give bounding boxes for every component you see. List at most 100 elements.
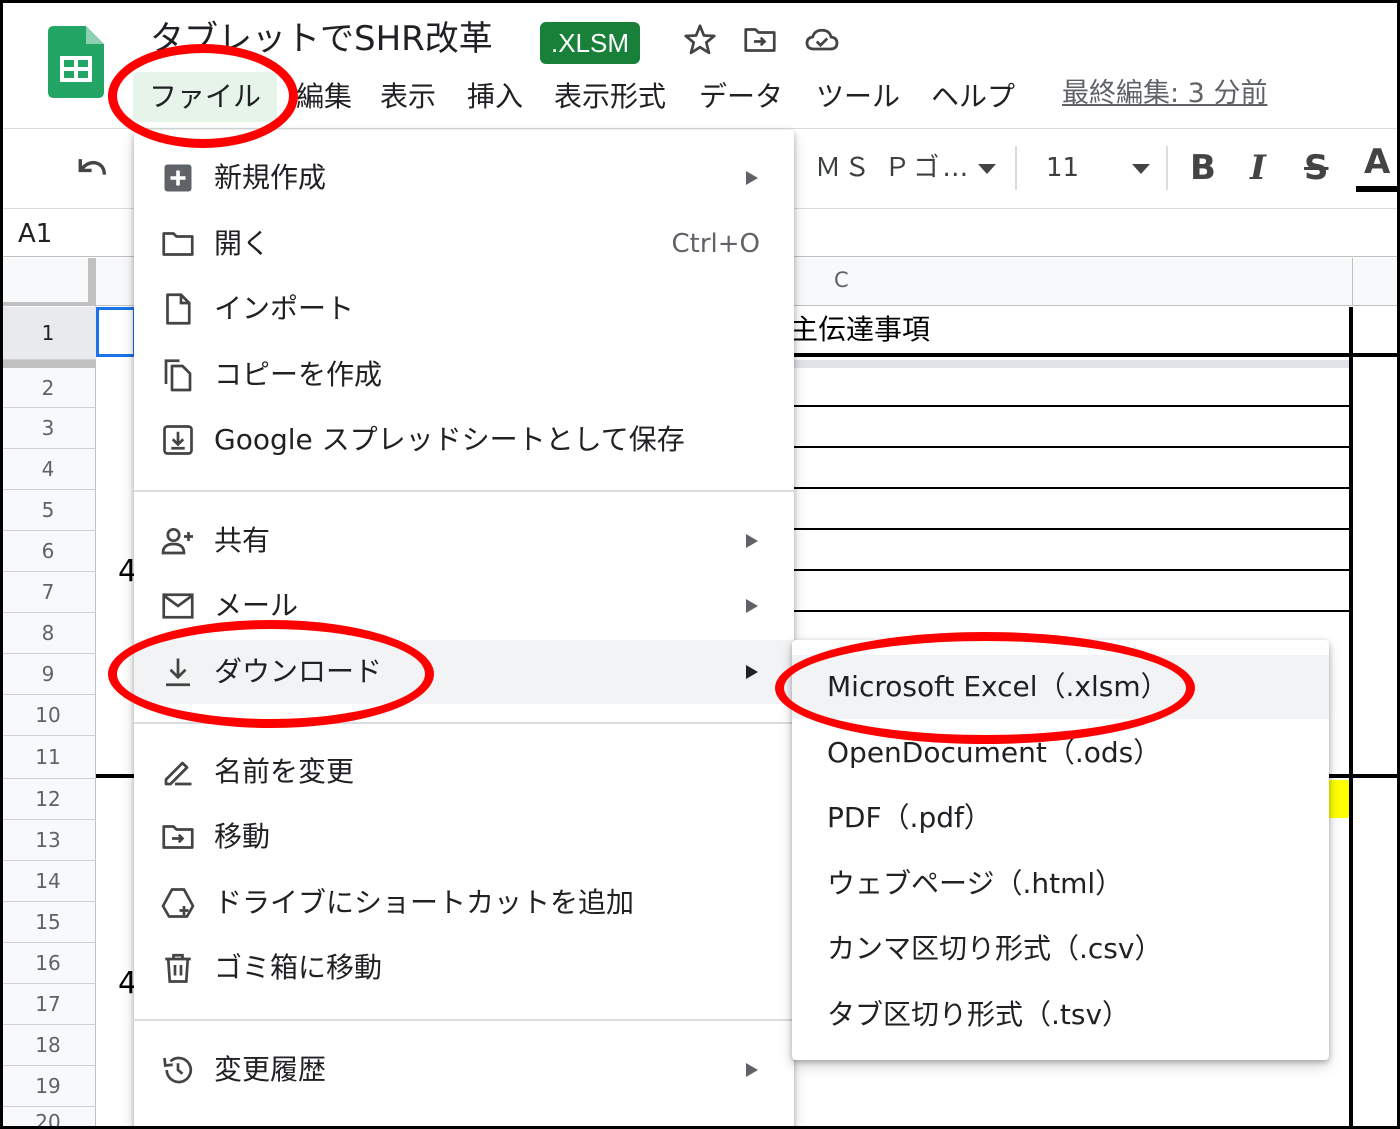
file-menu-add-shortcut[interactable]: ドライブにショートカットを追加 xyxy=(134,871,794,935)
selected-cell-a1[interactable] xyxy=(96,307,136,357)
highlighted-cell[interactable] xyxy=(1328,780,1350,818)
menu-format[interactable]: 表示形式 xyxy=(554,72,666,122)
menu-item-label: OpenDocument（.ods） xyxy=(827,736,1162,769)
menu-item-label: ドライブにショートカットを追加 xyxy=(214,886,635,919)
toolbar-divider xyxy=(1166,146,1168,190)
menu-item-label: インポート xyxy=(214,292,355,325)
menu-item-label: 移動 xyxy=(214,820,271,853)
menu-item-label: 共有 xyxy=(214,524,271,557)
font-size-select[interactable]: 11 xyxy=(1046,150,1079,186)
italic-button[interactable]: I xyxy=(1250,146,1266,190)
frozen-row-handle[interactable] xyxy=(0,360,96,368)
submenu-arrow-icon xyxy=(746,1063,758,1077)
name-box[interactable]: A1 xyxy=(18,216,52,252)
file-menu-email[interactable]: メール xyxy=(134,574,794,638)
row-header[interactable]: 19 xyxy=(0,1066,96,1107)
menu-view[interactable]: 表示 xyxy=(380,72,436,122)
file-menu-rename[interactable]: 名前を変更 xyxy=(134,740,794,804)
menu-item-label: コピーを作成 xyxy=(214,358,383,391)
text-color-button[interactable]: A xyxy=(1364,140,1390,184)
row-header[interactable]: 6 xyxy=(0,531,96,572)
row-header[interactable]: 8 xyxy=(0,613,96,654)
menu-help[interactable]: ヘルプ xyxy=(931,72,1015,122)
row-header[interactable]: 14 xyxy=(0,861,96,902)
row-header[interactable]: 1 xyxy=(0,307,96,360)
menu-item-label: カンマ区切り形式（.csv） xyxy=(827,932,1163,965)
menu-divider xyxy=(134,490,794,492)
grid-corner[interactable] xyxy=(0,258,96,306)
mail-icon xyxy=(160,588,196,624)
row-header[interactable]: 5 xyxy=(0,490,96,531)
row-header[interactable]: 18 xyxy=(0,1025,96,1066)
row-header[interactable]: 9 xyxy=(0,654,96,695)
row-header[interactable]: 7 xyxy=(0,572,96,613)
file-menu-save-as-sheets[interactable]: Google スプレッドシートとして保存 xyxy=(134,408,794,472)
row-header[interactable]: 4 xyxy=(0,449,96,490)
shortcut-hint: Ctrl+O xyxy=(671,229,760,259)
row-header[interactable]: 13 xyxy=(0,820,96,861)
row-header[interactable]: 10 xyxy=(0,695,96,736)
font-size-caret-icon[interactable] xyxy=(1132,164,1150,174)
row-header[interactable]: 16 xyxy=(0,943,96,984)
row-header[interactable]: 12 xyxy=(0,779,96,820)
font-family-select[interactable]: ＭＳ Ｐゴ… xyxy=(815,150,971,186)
move-folder-icon[interactable] xyxy=(740,22,780,58)
submenu-arrow-icon xyxy=(746,665,758,679)
sheets-logo-icon[interactable] xyxy=(48,26,104,98)
download-tsv[interactable]: タブ区切り形式（.tsv） xyxy=(792,983,1329,1047)
menu-item-label: ダウンロード xyxy=(214,655,383,688)
menu-file[interactable]: ファイル xyxy=(133,72,278,122)
menu-data[interactable]: データ xyxy=(699,72,783,122)
menu-tools[interactable]: ツール xyxy=(816,72,900,122)
cell-border xyxy=(1329,774,1400,778)
star-icon[interactable] xyxy=(680,22,720,58)
cell-c1[interactable]: 主伝達事項 xyxy=(790,310,930,350)
row-header[interactable]: 2 xyxy=(0,368,96,408)
cell-border xyxy=(794,528,1352,530)
menu-item-label: Google スプレッドシートとして保存 xyxy=(214,423,685,456)
row-header[interactable]: 20 xyxy=(0,1107,96,1129)
file-menu-download[interactable]: ダウンロード xyxy=(134,640,794,704)
cloud-status-icon[interactable] xyxy=(802,22,842,58)
download-submenu: Microsoft Excel（.xlsm） OpenDocument（.ods… xyxy=(792,640,1329,1060)
row-header[interactable]: 15 xyxy=(0,902,96,943)
menu-item-label: 変更履歴 xyxy=(214,1053,327,1086)
file-menu-new[interactable]: 新規作成 xyxy=(134,146,794,210)
file-menu-import[interactable]: インポート xyxy=(134,277,794,341)
menu-insert[interactable]: 挿入 xyxy=(467,72,523,122)
download-html[interactable]: ウェブページ（.html） xyxy=(792,852,1329,916)
row-header[interactable]: 3 xyxy=(0,408,96,449)
cell-border xyxy=(794,405,1352,407)
file-menu-open[interactable]: 開く Ctrl+O xyxy=(134,212,794,276)
rename-icon xyxy=(160,754,196,790)
frozen-column-handle[interactable] xyxy=(88,258,96,306)
new-sheet-icon xyxy=(160,160,196,196)
file-menu-share[interactable]: 共有 xyxy=(134,509,794,573)
file-menu-move[interactable]: 移動 xyxy=(134,805,794,869)
last-edit-link[interactable]: 最終編集: 3 分前 xyxy=(1062,74,1267,114)
file-menu-copy[interactable]: コピーを作成 xyxy=(134,343,794,407)
menu-edit[interactable]: 編集 xyxy=(296,72,352,122)
menu-item-label: タブ区切り形式（.tsv） xyxy=(827,998,1131,1031)
history-icon xyxy=(160,1052,196,1088)
file-menu-history[interactable]: 変更履歴 xyxy=(134,1038,794,1102)
file-menu-trash[interactable]: ゴミ箱に移動 xyxy=(134,936,794,1000)
menu-item-label: ウェブページ（.html） xyxy=(827,867,1124,900)
row-header[interactable]: 17 xyxy=(0,984,96,1025)
column-header-c[interactable]: C xyxy=(834,268,849,292)
cell-border xyxy=(794,487,1352,489)
copy-icon xyxy=(160,357,196,393)
bold-button[interactable]: B xyxy=(1190,146,1216,190)
row-header[interactable]: 11 xyxy=(0,736,96,779)
document-title[interactable]: タブレットでSHR改革 xyxy=(150,16,493,62)
font-dropdown-caret-icon[interactable] xyxy=(978,164,996,174)
undo-icon[interactable] xyxy=(74,152,112,186)
download-ods[interactable]: OpenDocument（.ods） xyxy=(792,721,1329,785)
download-pdf[interactable]: PDF（.pdf） xyxy=(792,786,1329,850)
header-divider xyxy=(0,128,1400,129)
download-csv[interactable]: カンマ区切り形式（.csv） xyxy=(792,917,1329,981)
strikethrough-button[interactable]: S xyxy=(1304,146,1329,190)
move-icon xyxy=(160,819,196,855)
download-xlsm[interactable]: Microsoft Excel（.xlsm） xyxy=(792,655,1329,719)
share-person-icon xyxy=(160,523,196,559)
